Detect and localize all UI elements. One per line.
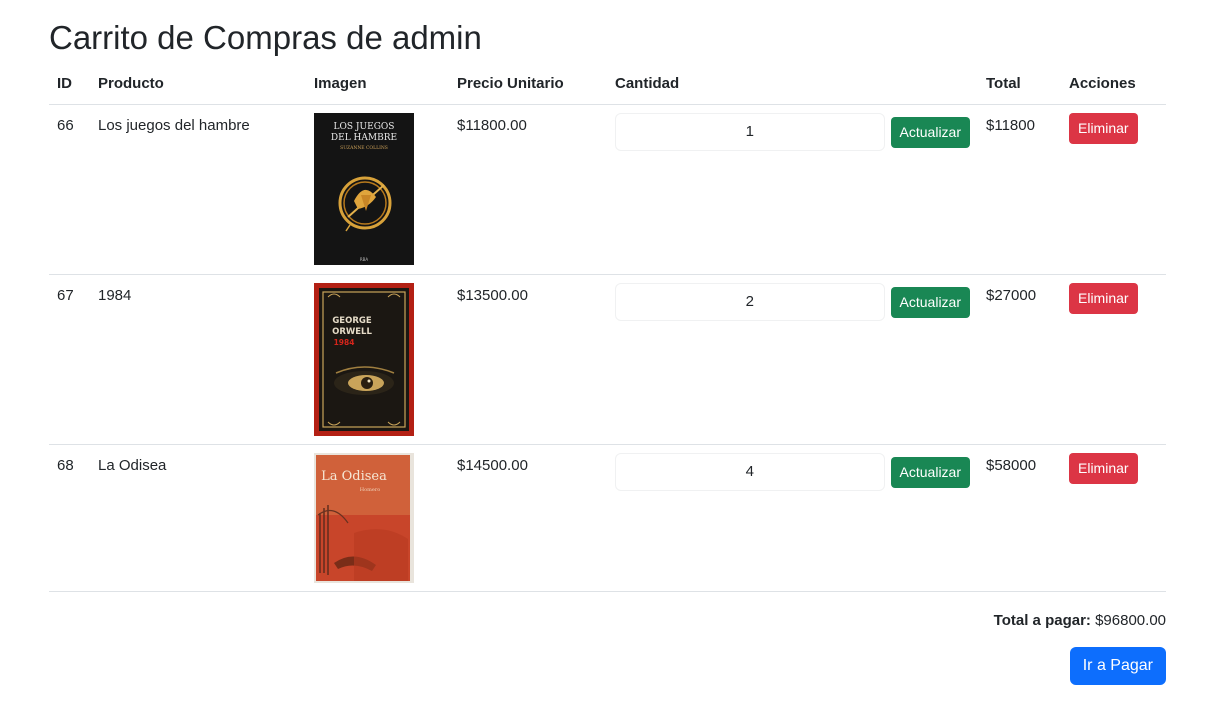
total-value: $96800.00 bbox=[1095, 611, 1166, 629]
header-image: Imagen bbox=[306, 64, 449, 105]
cell-total: $11800 bbox=[978, 104, 1061, 275]
quantity-form: Actualizar bbox=[615, 452, 970, 491]
header-unit-price: Precio Unitario bbox=[449, 64, 607, 105]
cell-unit-price: $11800.00 bbox=[449, 104, 607, 275]
cover-line3: 1984 bbox=[334, 338, 355, 347]
table-row: 66 Los juegos del hambre LOS JUEGOS DEL … bbox=[49, 104, 1166, 275]
update-button[interactable]: Actualizar bbox=[890, 116, 970, 148]
header-quantity: Cantidad bbox=[607, 64, 978, 105]
cell-actions: Eliminar bbox=[1061, 444, 1166, 592]
cell-unit-price: $14500.00 bbox=[449, 444, 607, 592]
cover-line1: LOS JUEGOS bbox=[334, 122, 395, 132]
quantity-form: Actualizar bbox=[615, 112, 970, 151]
page-title: Carrito de Compras de admin bbox=[49, 19, 482, 56]
cell-product: 1984 bbox=[90, 274, 306, 445]
cell-id: 66 bbox=[49, 104, 90, 275]
table-row: 67 1984 GEORGE ORWELL 1984 $13500.00 2 A… bbox=[49, 274, 1166, 445]
total-label: Total a pagar: bbox=[993, 611, 1091, 629]
delete-button[interactable]: Eliminar bbox=[1069, 112, 1138, 144]
cover-author: SUZANNE COLLINS bbox=[340, 145, 388, 151]
cart-table: ID Producto Imagen Precio Unitario Canti… bbox=[49, 64, 1166, 592]
pay-button[interactable]: Ir a Pagar bbox=[1069, 646, 1166, 685]
total-summary: Total a pagar: $96800.00 bbox=[49, 592, 1166, 629]
cell-unit-price: $13500.00 bbox=[449, 274, 607, 445]
cover-line1: La Odisea bbox=[321, 469, 387, 484]
quantity-input[interactable] bbox=[615, 112, 885, 151]
delete-button[interactable]: Eliminar bbox=[1069, 452, 1138, 484]
quantity-input[interactable] bbox=[615, 452, 885, 491]
cell-total: $27000 bbox=[978, 274, 1061, 445]
cell-image: LOS JUEGOS DEL HAMBRE SUZANNE COLLINS RB… bbox=[306, 104, 449, 275]
quantity-form: Actualizar bbox=[615, 282, 970, 321]
cover-line1: GEORGE bbox=[332, 316, 372, 326]
cell-quantity: Actualizar bbox=[607, 444, 978, 592]
cell-image: GEORGE ORWELL 1984 bbox=[306, 274, 449, 445]
cover-line2: ORWELL bbox=[332, 327, 372, 337]
cover-line2: DEL HAMBRE bbox=[331, 133, 397, 143]
cell-product: Los juegos del hambre bbox=[90, 104, 306, 275]
header-actions: Acciones bbox=[1061, 64, 1166, 105]
pay-row: Ir a Pagar bbox=[49, 629, 1166, 685]
quantity-input[interactable] bbox=[615, 282, 885, 321]
cell-total: $58000 bbox=[978, 444, 1061, 592]
table-row: 68 La Odisea La Odisea Homero $14500.00 … bbox=[49, 444, 1166, 592]
cell-product: La Odisea bbox=[90, 444, 306, 592]
table-header-row: ID Producto Imagen Precio Unitario Canti… bbox=[49, 64, 1166, 105]
cell-quantity: Actualizar bbox=[607, 104, 978, 275]
cell-quantity: Actualizar bbox=[607, 274, 978, 445]
update-button[interactable]: Actualizar bbox=[890, 286, 970, 318]
delete-button[interactable]: Eliminar bbox=[1069, 282, 1138, 314]
cell-actions: Eliminar bbox=[1061, 104, 1166, 275]
cover-line2: Homero bbox=[360, 487, 380, 493]
header-product: Producto bbox=[90, 64, 306, 105]
book-cover-image: La Odisea Homero bbox=[314, 452, 414, 583]
cell-id: 67 bbox=[49, 274, 90, 445]
header-total: Total bbox=[978, 64, 1061, 105]
cell-image: La Odisea Homero bbox=[306, 444, 449, 592]
book-cover-image: LOS JUEGOS DEL HAMBRE SUZANNE COLLINS RB… bbox=[314, 112, 414, 265]
update-button[interactable]: Actualizar bbox=[890, 456, 970, 488]
book-cover-image: GEORGE ORWELL 1984 bbox=[314, 282, 414, 436]
cell-actions: Eliminar bbox=[1061, 274, 1166, 445]
svg-text:RBA: RBA bbox=[360, 257, 369, 262]
header-id: ID bbox=[49, 64, 90, 105]
cart-page: Carrito de Compras de admin ID Producto … bbox=[0, 0, 1208, 685]
cell-id: 68 bbox=[49, 444, 90, 592]
